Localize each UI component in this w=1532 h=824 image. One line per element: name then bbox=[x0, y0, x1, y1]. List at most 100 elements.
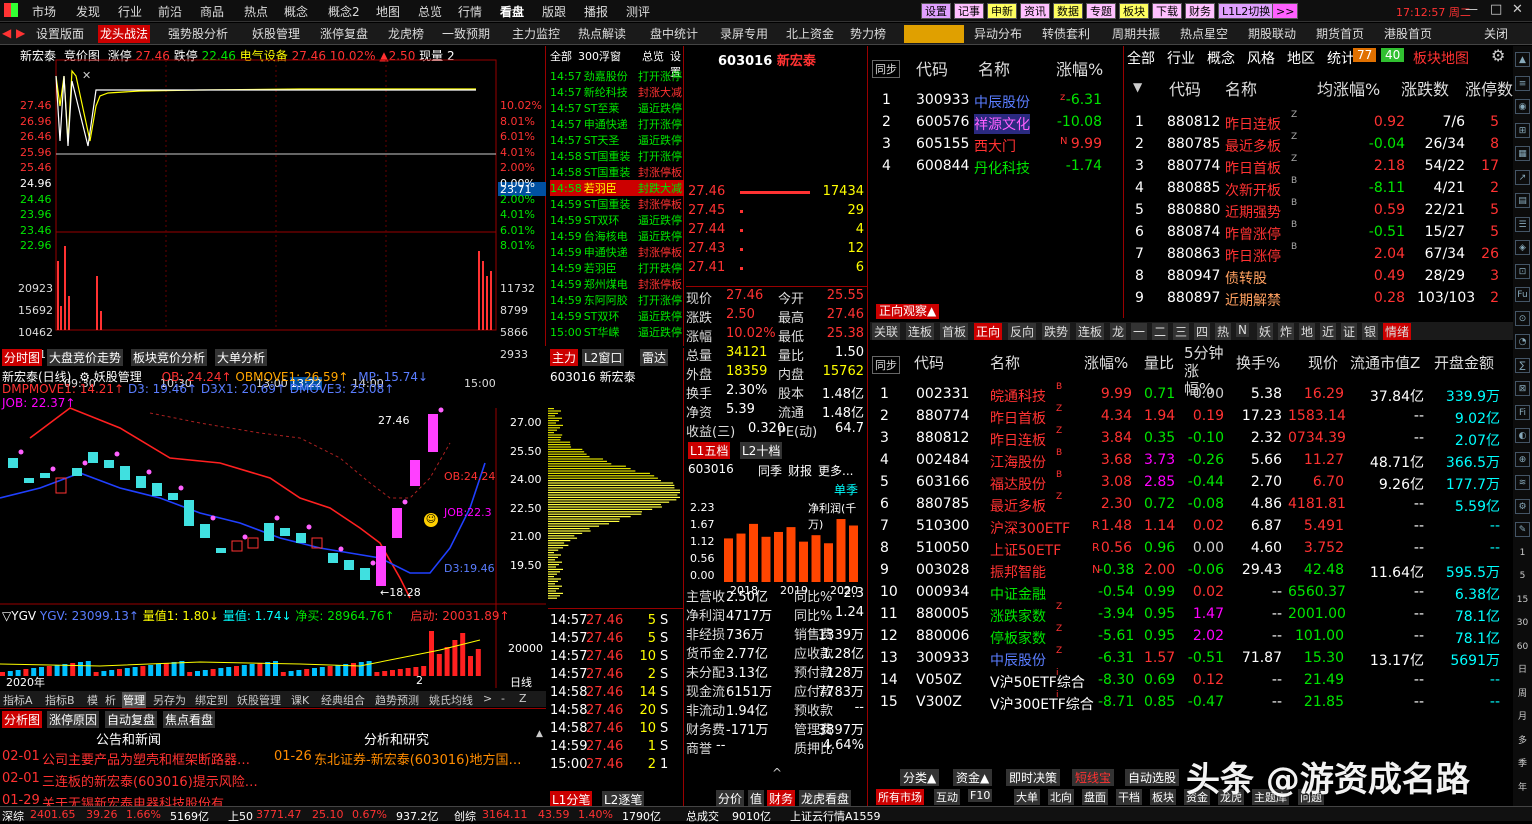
main-row[interactable]: 10 000934 中证金融 -0.54 0.99 0.02 -- 6560.37 -- 6.38… bbox=[870, 584, 1513, 606]
tape-tab-0[interactable]: 全部 bbox=[550, 48, 572, 64]
board-row[interactable]: 6 880874 昨曾涨停 B -0.51 15/27 5 bbox=[1125, 220, 1513, 246]
rail-icon-7[interactable]: ☰ bbox=[1515, 216, 1530, 232]
main-header-4[interactable]: 量比 bbox=[1144, 352, 1174, 373]
rail-icon-23[interactable]: 15 bbox=[1515, 593, 1530, 608]
kline-bottom-tab-0[interactable]: 指标A bbox=[2, 692, 34, 708]
filter-tab-16[interactable]: 地 bbox=[1299, 323, 1316, 340]
tape-row[interactable]: 14:59 台海核电 逼近跌停 bbox=[550, 228, 684, 244]
gear-icon[interactable]: ⚙ bbox=[1491, 46, 1505, 65]
board-row[interactable]: 4 880885 次新开板 B -8.11 4/21 2 bbox=[1125, 176, 1513, 202]
rail-icon-4[interactable]: ▦ bbox=[1515, 146, 1530, 161]
rail-icon-16[interactable]: ◐ bbox=[1515, 428, 1530, 443]
menu-1[interactable]: 发现 bbox=[76, 3, 100, 20]
filter-tab-17[interactable]: 近 bbox=[1320, 323, 1337, 340]
market-tab-6[interactable]: 干档 bbox=[1116, 789, 1142, 805]
tape-row[interactable]: 14:58 ST国重装 封涨停板 bbox=[550, 164, 684, 180]
list-tab-3[interactable]: 短线宝 bbox=[1072, 769, 1115, 786]
main-header-0[interactable]: 同步 bbox=[872, 356, 900, 374]
main-row[interactable]: 9 003028 振邦智能 N -0.38 2.00 -0.06 29.43 42.48 11.6… bbox=[870, 562, 1513, 584]
kline-bottom-tab-9[interactable]: 经典组合 bbox=[320, 692, 366, 708]
rail-icon-14[interactable]: ⊠ bbox=[1515, 381, 1530, 396]
filter-tab-2[interactable]: 首板 bbox=[940, 323, 969, 340]
kline-bottom-tab-8[interactable]: 课K bbox=[290, 692, 310, 708]
news-tab-1[interactable]: 涨停原因 bbox=[47, 711, 100, 728]
tape-row[interactable]: 14:59 ST双环 逼近跌停 bbox=[550, 308, 684, 324]
board-tab-3[interactable]: 风格 bbox=[1247, 48, 1275, 68]
rail-icon-5[interactable]: ↗ bbox=[1515, 169, 1530, 185]
profile-tab-1[interactable]: L2窗口 bbox=[582, 349, 625, 366]
filter-tab-3[interactable]: 正向 bbox=[974, 323, 1003, 340]
board-tab-1[interactable]: 行业 bbox=[1167, 48, 1195, 68]
main-header-1[interactable]: 代码 bbox=[914, 352, 944, 373]
market-tab-3[interactable]: 大单 bbox=[1014, 789, 1040, 805]
main-header-8[interactable]: 流通市值Z bbox=[1350, 352, 1420, 373]
tape-row[interactable]: 14:58 ST国重装 打开涨停 bbox=[550, 148, 684, 164]
kline-bottom-tab-7[interactable]: 妖股管理 bbox=[236, 692, 282, 708]
tape-row[interactable]: 14:59 申通快递 封涨停板 bbox=[550, 244, 684, 260]
filter-tab-18[interactable]: 证 bbox=[1341, 323, 1358, 340]
menu-8[interactable]: 地图 bbox=[376, 3, 400, 20]
news-title[interactable]: 三连板的新宏泰(603016)提示风险… bbox=[42, 771, 258, 790]
scroll-up-icon[interactable]: ▲ bbox=[536, 729, 543, 739]
tape-tab-2[interactable]: 总览 bbox=[642, 48, 664, 64]
season-toggle[interactable]: 单季 bbox=[834, 481, 858, 498]
tape-row[interactable]: 14:57 劲嘉股份 打开涨停 bbox=[550, 68, 684, 84]
tape-row[interactable]: 14:57 ST至莱 逼近跌停 bbox=[550, 100, 684, 116]
tab-21[interactable]: 关闭 bbox=[1482, 25, 1510, 43]
main-row[interactable]: 14 V050Z V沪50ETF综合 i -8.30 0.69 0.12 -- 21.49 -- -… bbox=[870, 668, 1513, 694]
main-row[interactable]: 7 510300 沪深300ETF R 1.48 1.14 0.02 6.87 5.491 -- -… bbox=[870, 518, 1513, 540]
quote-bottom-tab-0[interactable]: 分价 bbox=[716, 790, 745, 807]
filter-tab-19[interactable]: 银 bbox=[1362, 323, 1379, 340]
news-row[interactable]: 02-01 三连板的新宏泰(603016)提示风险… bbox=[2, 771, 532, 791]
toolbar-3[interactable]: 资讯 bbox=[1020, 3, 1050, 19]
rail-icon-28[interactable]: 月 bbox=[1515, 710, 1530, 725]
market-tab-1[interactable]: 互动 bbox=[934, 789, 960, 805]
board-header-1[interactable]: 名称 bbox=[1225, 76, 1257, 100]
main-header-3[interactable]: 涨幅% bbox=[1084, 352, 1128, 373]
board-row[interactable]: 2 880785 最近多板 Z -0.04 26/34 8 bbox=[1125, 132, 1513, 158]
tab-18[interactable]: 期股联动 bbox=[1246, 25, 1298, 43]
rail-icon-15[interactable]: Fi bbox=[1515, 404, 1530, 420]
tab-6[interactable]: 一致预期 bbox=[440, 25, 492, 43]
fin-tab-2[interactable]: 财报 bbox=[788, 462, 812, 479]
board-tab-0[interactable]: 全部 bbox=[1127, 48, 1155, 68]
app-logo-icon[interactable] bbox=[4, 3, 18, 17]
filter-tab-15[interactable]: 炸 bbox=[1278, 323, 1295, 340]
fin-tab-3[interactable]: 更多... bbox=[818, 462, 853, 479]
main-row[interactable]: 2 880774 昨日首板 Z 4.34 1.94 0.19 17.23 1583.14 -- 9.… bbox=[870, 404, 1513, 430]
toolbar-6[interactable]: 板块 bbox=[1119, 3, 1149, 19]
main-header-2[interactable]: 名称 bbox=[990, 352, 1020, 373]
profile-tab-2[interactable]: 雷达 bbox=[640, 349, 669, 366]
l1-tab-1[interactable]: L2十档 bbox=[740, 442, 783, 459]
market-tab-7[interactable]: 板块 bbox=[1150, 789, 1176, 805]
kline-bottom-tab-1[interactable]: 指标B bbox=[44, 692, 76, 708]
filter-tab-12[interactable]: 热 bbox=[1215, 323, 1232, 340]
news-row[interactable]: 02-01 公司主要产品为塑壳和框架断路器… 01-26 东北证券-新宏泰(60301… bbox=[2, 749, 532, 769]
toolbar-0[interactable]: 设置 bbox=[921, 3, 951, 19]
tab-20[interactable]: 港股首页 bbox=[1382, 25, 1434, 43]
news-tab-2[interactable]: 自动复盘 bbox=[105, 711, 158, 728]
tab-1[interactable]: 龙头战法 bbox=[98, 25, 151, 43]
news-panel[interactable]: 分析图 涨停原因 自动复盘 焦点看盘 公告和新闻 分析和研究 02-01 公司主要产品为… bbox=[0, 708, 546, 812]
menu-9[interactable]: 总览 bbox=[418, 3, 442, 20]
filter-tab-1[interactable]: 连板 bbox=[906, 323, 935, 340]
news-title[interactable]: 公司主要产品为塑壳和框架断路器… bbox=[42, 749, 250, 768]
maximize-icon[interactable]: □ bbox=[1490, 2, 1502, 17]
rail-icon-0[interactable]: ▲ bbox=[1515, 52, 1530, 67]
top-stock-list[interactable]: 同步 代码 名称 涨幅% 1 300933 中辰股份 z -6.31 2 600576 祥源文化 -1… bbox=[870, 46, 1124, 319]
board-header-3[interactable]: 涨跌数 bbox=[1401, 76, 1449, 100]
kline-bottom-tab-14[interactable]: Z bbox=[518, 692, 528, 705]
kline-bottom-tab-4[interactable]: 管理 bbox=[122, 692, 146, 708]
tab-prev-icon[interactable]: ◀ bbox=[2, 26, 11, 40]
board-row[interactable]: 9 880897 近期解禁 0.28 103/103 2 bbox=[1125, 290, 1513, 312]
rail-icon-2[interactable]: ◉ bbox=[1515, 99, 1530, 114]
tape-row[interactable]: 14:59 郑州煤电 封涨停板 bbox=[550, 276, 684, 292]
close-icon[interactable]: ✕ bbox=[1512, 2, 1523, 17]
toolbar-2[interactable]: 申新 bbox=[987, 3, 1017, 19]
kline-bottom-tab-11[interactable]: 姚氏均线 bbox=[428, 692, 474, 708]
filter-tab-10[interactable]: 三 bbox=[1173, 323, 1190, 340]
menu-6[interactable]: 概念 bbox=[284, 3, 308, 20]
filter-tab-11[interactable]: 四 bbox=[1194, 323, 1211, 340]
board-row[interactable]: 3 880774 昨日首板 Z 2.18 54/22 17 bbox=[1125, 154, 1513, 180]
rail-icon-3[interactable]: ⊞ bbox=[1515, 122, 1530, 138]
